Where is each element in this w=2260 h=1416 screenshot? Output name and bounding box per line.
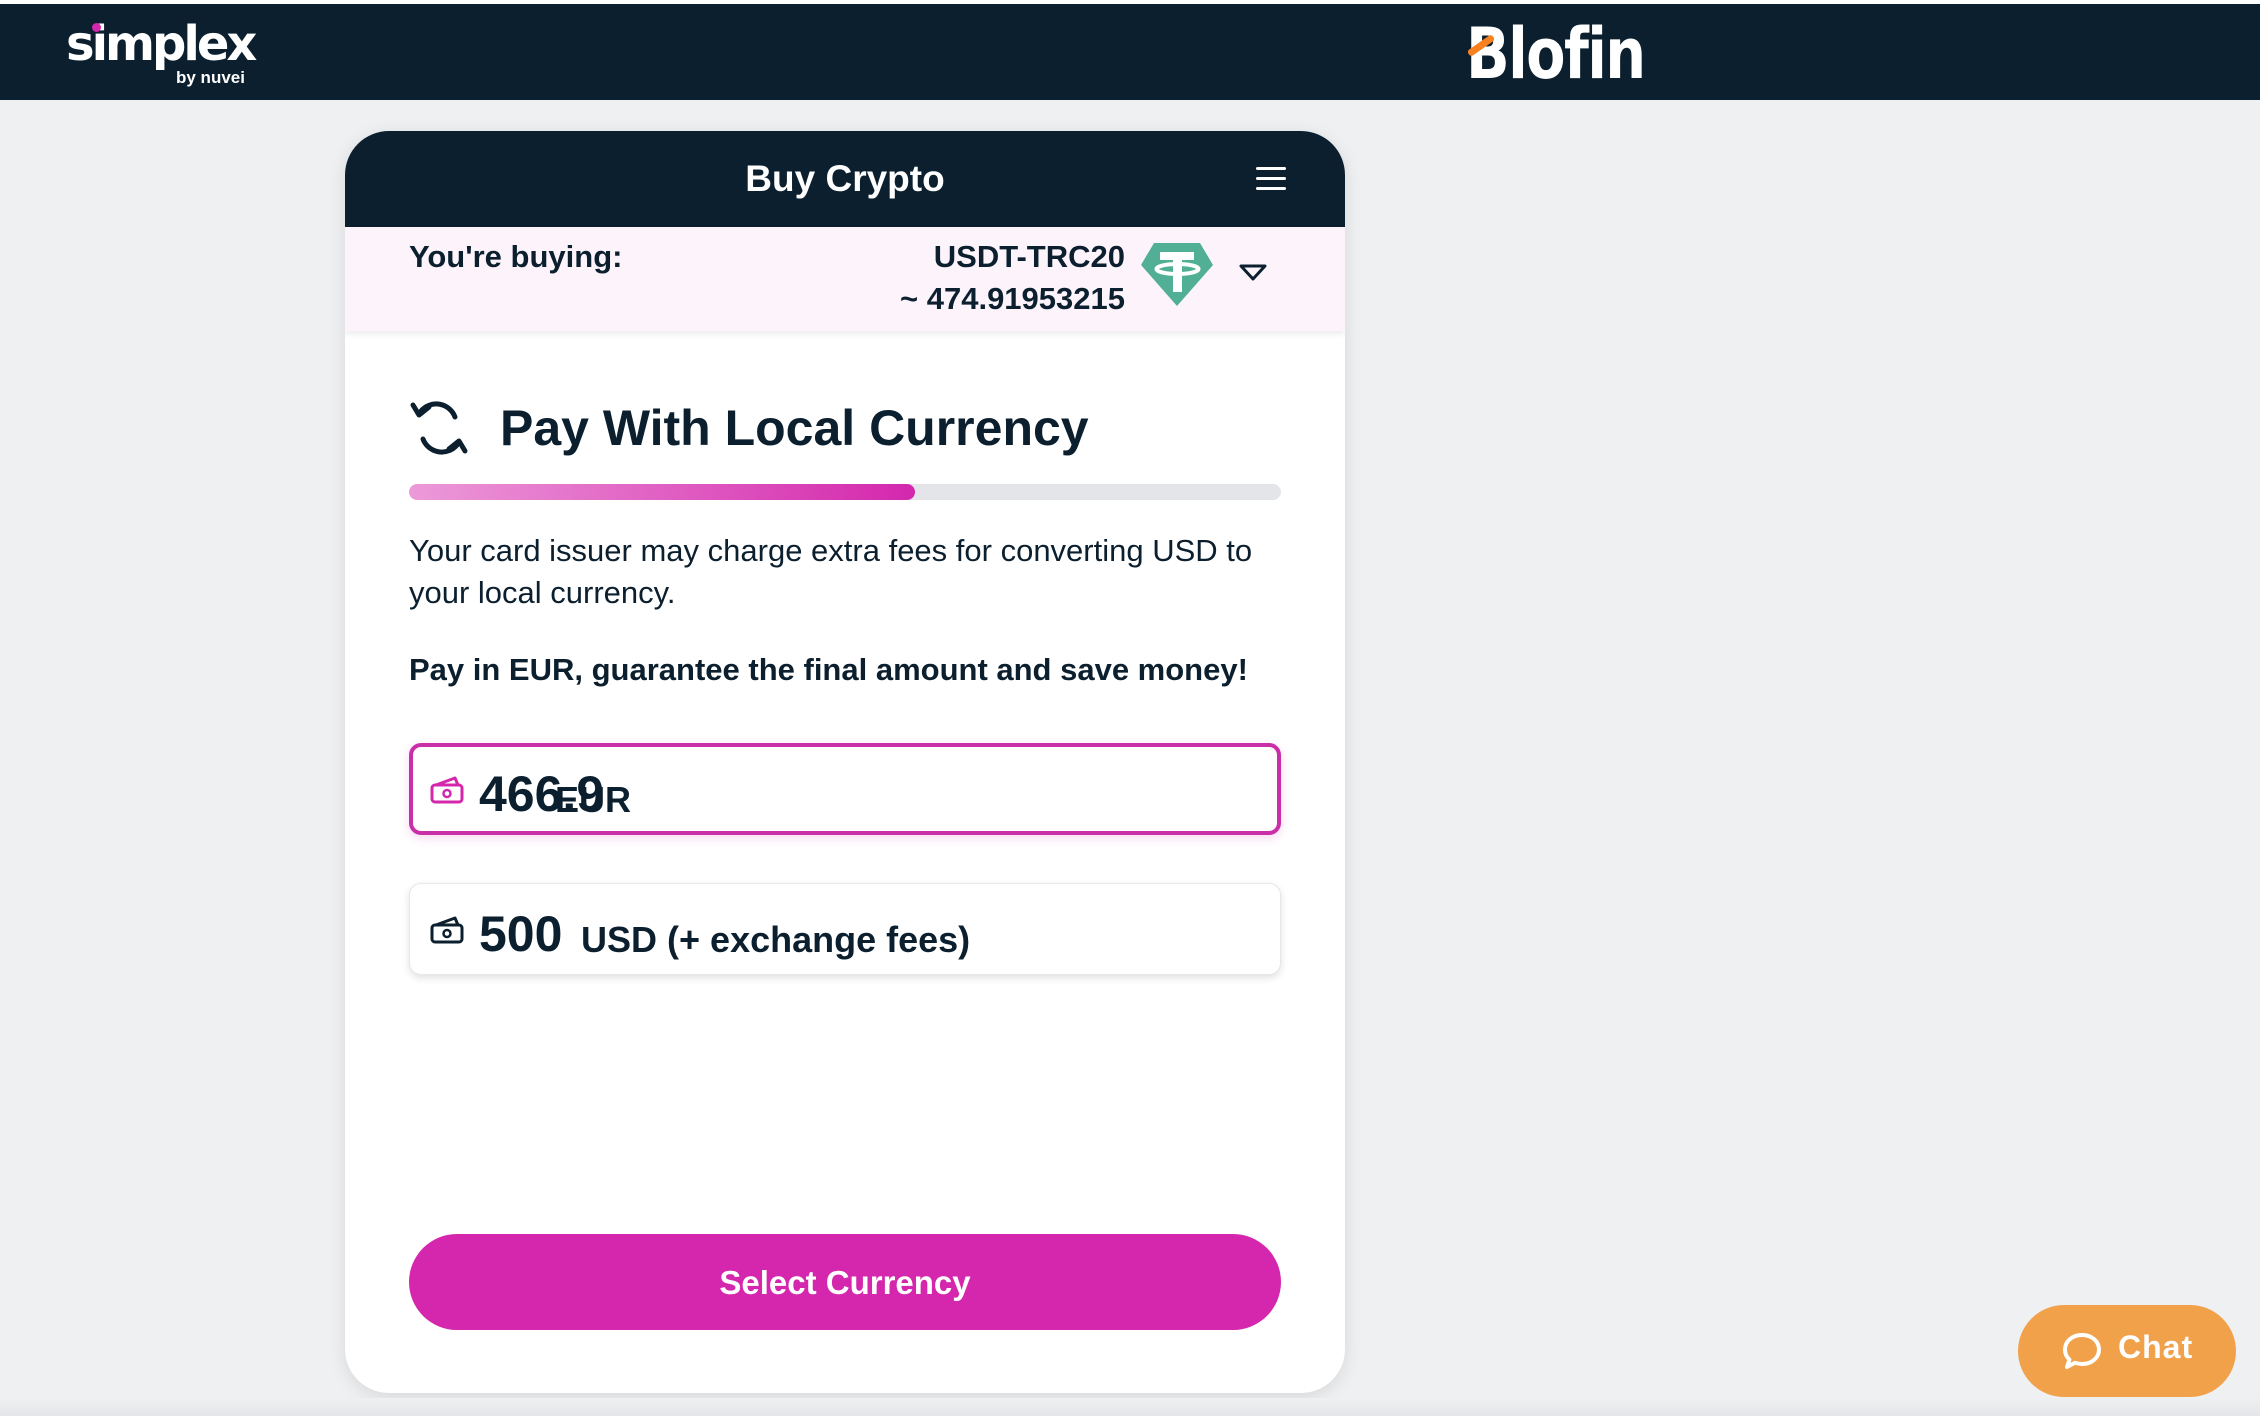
buy-crypto-widget: Buy Crypto You're buying: USDT-TRC20 ~ 4… (345, 131, 1345, 1393)
buying-label: You're buying: (409, 239, 623, 274)
chat-label: Chat (2118, 1329, 2194, 1365)
coin-name: USDT-TRC20 (933, 239, 1125, 274)
simplex-logo-dot (92, 23, 101, 32)
cash-icon (430, 776, 464, 804)
simplex-logo[interactable]: simplex by nuvei (66, 18, 257, 87)
usd-unit: USD (581, 919, 658, 960)
promo-text: Pay in EUR, guarantee the final amount a… (409, 652, 1248, 687)
usd-unit-label: USD (+ exchange fees) (581, 919, 970, 961)
select-currency-button[interactable]: Select Currency (409, 1234, 1281, 1330)
hamburger-menu-icon[interactable] (1256, 167, 1286, 191)
section-title: Pay With Local Currency (500, 400, 1089, 456)
partner-logo[interactable]: Blofin (1466, 14, 1646, 94)
widget-header: Buy Crypto (345, 131, 1345, 227)
buying-summary: You're buying: USDT-TRC20 ~ 474.91953215 (345, 227, 1345, 331)
step-progress-fill (409, 484, 915, 500)
usd-fee-note: (+ exchange fees) (667, 919, 971, 960)
currency-exchange-icon (410, 401, 468, 455)
currency-option-usd[interactable]: 500 USD (+ exchange fees) (409, 883, 1281, 975)
chat-button[interactable]: Chat (2018, 1305, 2236, 1397)
page-bottom-edge (0, 1398, 2260, 1416)
widget-title: Buy Crypto (745, 158, 945, 199)
chevron-down-icon[interactable] (1238, 261, 1268, 285)
site-header: simplex by nuvei (0, 4, 2260, 100)
cash-icon (430, 916, 464, 944)
chat-bubble-icon (2063, 1333, 2101, 1369)
currency-option-eur[interactable]: 466.9 EUR (409, 743, 1281, 835)
tether-icon (1141, 243, 1213, 306)
usd-amount: 500 (479, 906, 563, 962)
fee-info-text: Your card issuer may charge extra fees f… (409, 533, 1253, 610)
eur-unit: EUR (555, 779, 632, 820)
step-progress-bar (409, 484, 1281, 500)
simplex-byline: by nuvei (176, 68, 245, 87)
coin-amount: ~ 474.91953215 (900, 281, 1125, 316)
